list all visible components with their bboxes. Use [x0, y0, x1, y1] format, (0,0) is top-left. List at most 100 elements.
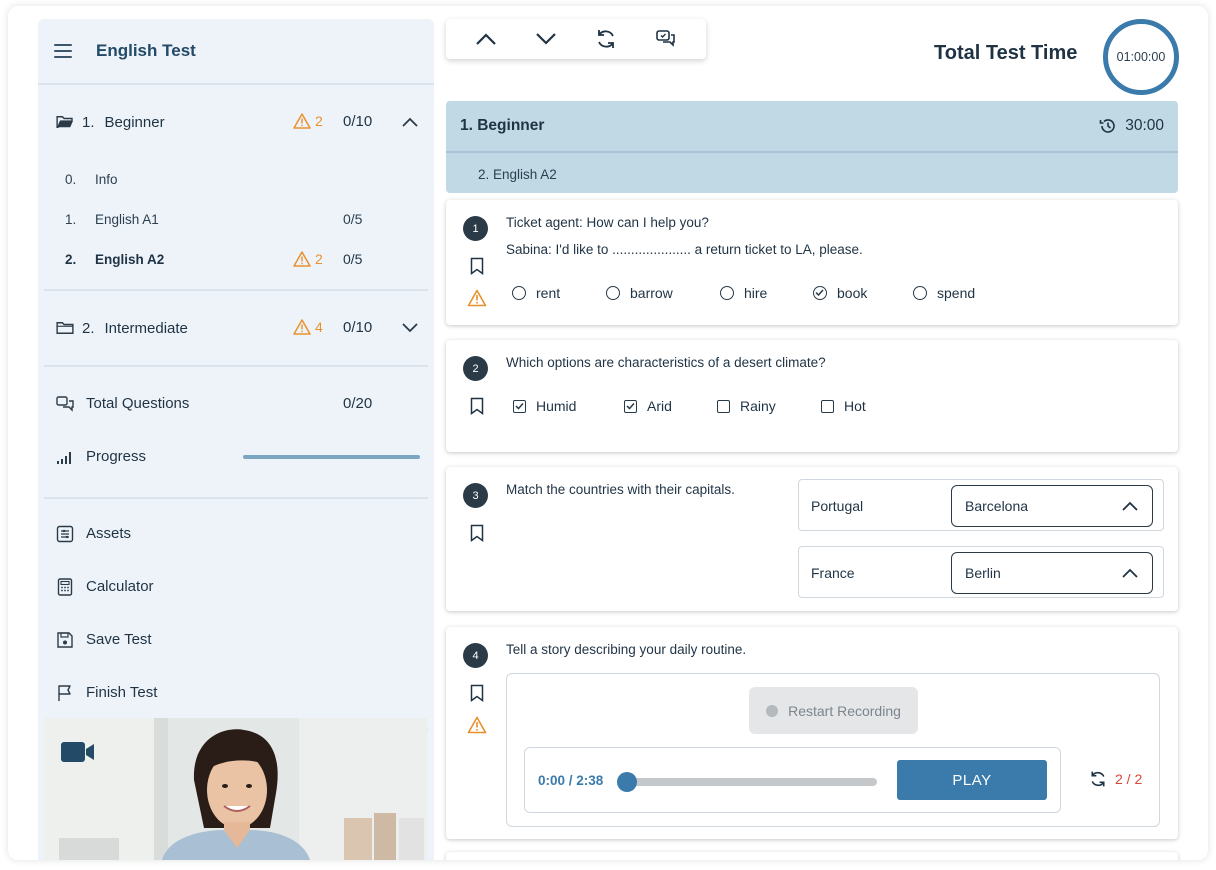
option-rent[interactable]: rent [512, 285, 560, 301]
playback-track[interactable] [627, 778, 877, 786]
country-label: Portugal [811, 498, 864, 514]
audio-player: 0:00 / 2:38 PLAY [524, 747, 1061, 813]
play-button[interactable]: PLAY [897, 760, 1047, 800]
option-humid[interactable]: Humid [513, 398, 576, 414]
folder-icon [56, 322, 74, 334]
chevron-down-icon[interactable] [402, 323, 418, 333]
option-arid[interactable]: Arid [624, 398, 672, 414]
section-number: 1. [82, 113, 95, 131]
playback-scrubber[interactable] [617, 772, 637, 792]
retries-value: 2 / 2 [1115, 771, 1143, 787]
select-value: Berlin [965, 565, 1001, 581]
refresh-icon [598, 30, 614, 48]
section-score: 0/10 [343, 113, 373, 130]
progress-row: Progress [38, 430, 434, 483]
assets-button[interactable]: Assets [38, 507, 434, 560]
test-title: English Test [96, 41, 196, 60]
check-icon [626, 402, 635, 410]
option-label: book [837, 285, 868, 301]
sidebar-item-english-a1[interactable]: 1. English A1 0/5 [38, 199, 434, 239]
option-rainy[interactable]: Rainy [717, 398, 776, 414]
option-barrow[interactable]: barrow [606, 285, 673, 301]
restart-recording-button[interactable]: Restart Recording [749, 687, 918, 734]
bookmark-icon[interactable] [470, 257, 484, 275]
radio-button[interactable] [720, 286, 734, 300]
section-row[interactable]: 1. Beginner [38, 85, 434, 159]
question-number: 4 [463, 643, 488, 668]
chevron-up-icon [476, 33, 496, 45]
assets-icon [56, 525, 74, 542]
calculator-button[interactable]: Calculator [38, 560, 434, 613]
warning-badge: 2 [293, 251, 323, 267]
sidebar-header: English Test [38, 19, 434, 85]
item-number: 1. [65, 211, 77, 227]
total-questions-label: Total Questions [86, 395, 190, 412]
previous-question-button[interactable] [472, 25, 500, 53]
checkbox-checked[interactable] [513, 399, 526, 413]
radio-button[interactable] [913, 286, 927, 300]
divider [446, 151, 1178, 153]
assets-label: Assets [86, 525, 132, 542]
finish-test-button[interactable]: Finish Test [38, 666, 434, 719]
question-text: Which options are characteristics of a d… [506, 355, 826, 370]
webcam-video-feed [44, 718, 427, 860]
chevron-up-icon [1122, 501, 1138, 511]
save-test-button[interactable]: Save Test [38, 613, 434, 666]
option-hire[interactable]: hire [720, 285, 767, 301]
radio-button[interactable] [512, 286, 526, 300]
checkbox[interactable] [717, 399, 730, 413]
country-label: France [811, 565, 855, 581]
total-test-time-label: Total Test Time [934, 42, 1078, 64]
capital-select[interactable]: Berlin [951, 552, 1153, 594]
sidebar-item-info[interactable]: 0. Info [38, 159, 434, 199]
refresh-button[interactable] [592, 25, 620, 53]
finish-label: Finish Test [86, 684, 158, 701]
option-label: Rainy [740, 398, 776, 414]
option-book[interactable]: book [813, 285, 867, 301]
section-label: Beginner [104, 113, 165, 131]
app-window: English Test 1. Beginner 2 0/10 0. Info … [8, 6, 1208, 860]
history-icon [1099, 119, 1115, 133]
calculator-icon [57, 577, 73, 596]
playback-time: 0:00 / 2:38 [538, 773, 604, 788]
section-timer: 30:00 [1099, 117, 1164, 135]
progress-bar [243, 455, 420, 459]
option-label: hire [744, 285, 768, 301]
warning-icon [467, 289, 487, 307]
next-question-button[interactable] [532, 25, 560, 53]
question-nav-toolbar [446, 19, 706, 59]
option-spend[interactable]: spend [913, 285, 975, 301]
sidebar-item-english-a2[interactable]: 2. English A2 2 0/5 [38, 239, 434, 279]
chevron-up-icon[interactable] [402, 117, 418, 127]
check-icon [515, 402, 524, 410]
item-number: 0. [65, 171, 77, 187]
section-row[interactable]: 2. Intermediate [38, 291, 434, 365]
option-label: Arid [647, 398, 672, 414]
sidebar-section-intermediate[interactable]: 2. Intermediate 4 0/10 [38, 291, 434, 365]
hamburger-menu-icon[interactable] [54, 44, 72, 58]
bookmark-icon[interactable] [470, 684, 484, 702]
radio-button[interactable] [606, 286, 620, 300]
match-row-portugal: Portugal Barcelona [798, 479, 1164, 531]
refresh-icon [1091, 771, 1105, 787]
save-label: Save Test [86, 631, 152, 648]
checkbox-checked[interactable] [624, 399, 637, 413]
checkbox[interactable] [821, 399, 834, 413]
sidebar: English Test 1. Beginner 2 0/10 0. Info … [38, 19, 434, 860]
sidebar-section-beginner[interactable]: 1. Beginner 2 0/10 [38, 85, 434, 159]
bookmark-icon[interactable] [470, 524, 484, 542]
option-hot[interactable]: Hot [821, 398, 866, 414]
chevron-down-icon [536, 33, 556, 45]
radio-button-selected[interactable] [813, 286, 827, 300]
chat-button[interactable] [652, 25, 680, 53]
warning-icon [293, 319, 311, 335]
chat-bubbles-icon [656, 30, 675, 47]
warning-icon [293, 251, 311, 267]
webcam-image [44, 718, 427, 860]
capital-select[interactable]: Barcelona [951, 485, 1153, 527]
total-timer: 01:00:00 [1103, 19, 1179, 95]
recording-panel: Restart Recording 0:00 / 2:38 PLAY 2 / 2 [506, 673, 1160, 827]
warning-badge: 2 [293, 113, 323, 129]
bookmark-icon[interactable] [470, 397, 484, 415]
video-camera-icon[interactable] [60, 740, 96, 764]
